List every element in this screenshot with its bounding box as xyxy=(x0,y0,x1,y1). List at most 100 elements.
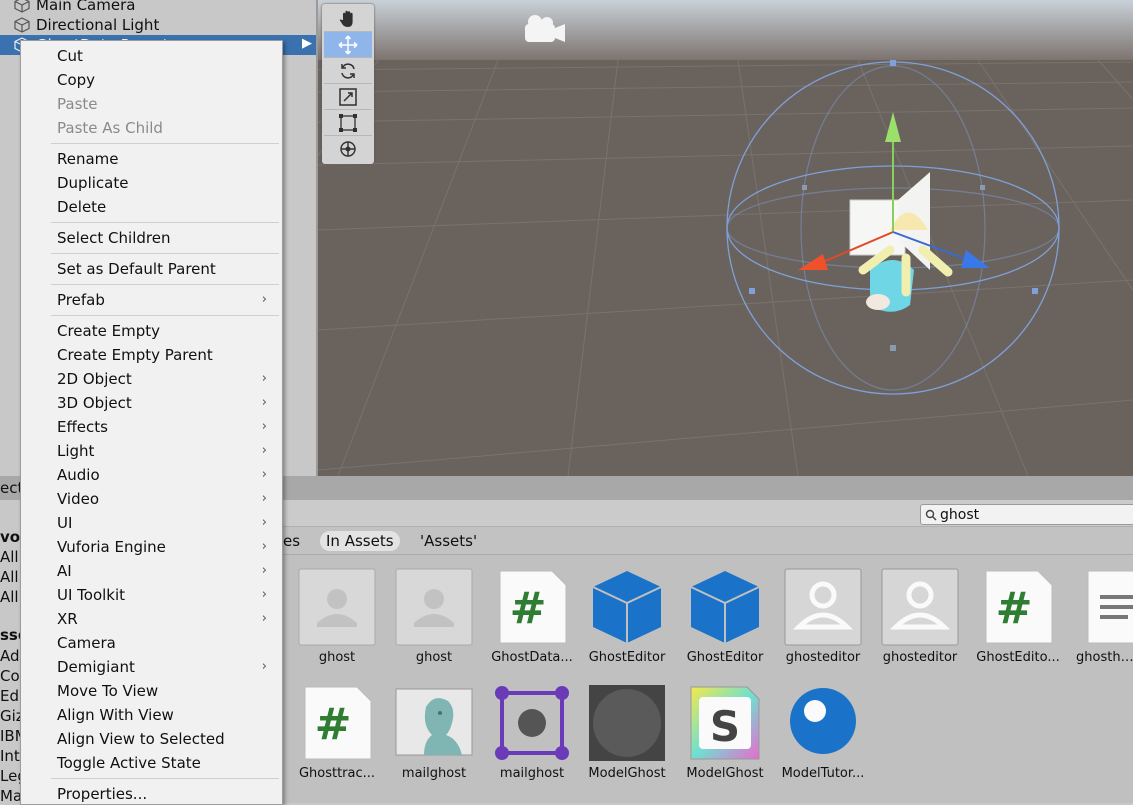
prefab-gray-icon xyxy=(394,567,474,647)
asset-item[interactable]: # GhostData... xyxy=(484,567,580,665)
gameobject-cube-icon xyxy=(14,0,30,13)
asset-item[interactable]: mailghost xyxy=(386,683,482,781)
menu-item-xr[interactable]: XR › xyxy=(57,608,277,630)
asset-label: ghost xyxy=(415,650,453,665)
rotate-tool-button[interactable] xyxy=(324,58,372,84)
menu-item-demigiant[interactable]: Demigiant › xyxy=(57,656,277,678)
menu-item-video[interactable]: Video › xyxy=(57,488,277,510)
rect-transform-icon xyxy=(339,113,357,132)
asset-label: ghosthan xyxy=(1076,650,1133,665)
menu-separator xyxy=(51,284,279,285)
menu-item-label: UI xyxy=(57,514,73,532)
menu-item-ui-toolkit[interactable]: UI Toolkit › xyxy=(57,584,277,606)
asset-label: mailghost xyxy=(401,766,467,781)
asset-item[interactable]: mailghost xyxy=(484,683,580,781)
menu-item-label: Set as Default Parent xyxy=(57,260,216,278)
menu-item-rename[interactable]: Rename xyxy=(57,148,277,170)
menu-item-label: 3D Object xyxy=(57,394,132,412)
asset-item[interactable]: # GhostEdito... xyxy=(970,567,1066,665)
submenu-arrow-icon: › xyxy=(261,563,267,578)
menu-item-label: Paste As Child xyxy=(57,119,163,137)
favorite-item[interactable]: All xyxy=(0,568,19,586)
menu-item-ui[interactable]: UI › xyxy=(57,512,277,534)
asset-item[interactable]: ModelTutor... xyxy=(775,683,871,781)
scene-view[interactable] xyxy=(318,0,1133,476)
hierarchy-item-directional-light[interactable]: Directional Light xyxy=(0,15,159,35)
menu-item-label: UI Toolkit xyxy=(57,586,126,604)
folder-item[interactable]: Co xyxy=(0,667,20,685)
asset-item[interactable]: S ModelGhost xyxy=(677,683,773,781)
submenu-arrow-icon: › xyxy=(261,659,267,674)
menu-item-vuforia-engine[interactable]: Vuforia Engine › xyxy=(57,536,277,558)
transform-icon xyxy=(340,140,356,157)
menu-item-toggle-active-state[interactable]: Toggle Active State xyxy=(57,752,277,774)
asset-item[interactable]: GhostEditor xyxy=(677,567,773,665)
menu-item-create-empty[interactable]: Create Empty xyxy=(57,320,277,342)
hand-tool-button[interactable] xyxy=(324,6,372,32)
menu-item-prefab[interactable]: Prefab › xyxy=(57,289,277,311)
asset-item[interactable]: GhostEditor xyxy=(579,567,675,665)
shader-graph-icon: S xyxy=(685,683,765,763)
search-field[interactable]: ghost xyxy=(920,504,1133,525)
menu-item-3d-object[interactable]: 3D Object › xyxy=(57,392,277,414)
svg-text:S: S xyxy=(710,702,740,751)
move-tool-button[interactable] xyxy=(324,32,372,58)
menu-item-set-default-parent[interactable]: Set as Default Parent xyxy=(57,258,277,280)
scope-assets-folder[interactable]: 'Assets' xyxy=(414,531,483,551)
favorite-item[interactable]: All xyxy=(0,588,19,606)
menu-item-label: Effects xyxy=(57,418,108,436)
expand-arrow-icon[interactable]: ▶ xyxy=(302,36,312,51)
favorites-header: vo xyxy=(0,528,21,546)
hierarchy-item-main-camera[interactable]: Main Camera xyxy=(0,0,135,15)
face-mesh-icon xyxy=(394,683,474,763)
favorite-item[interactable]: All xyxy=(0,548,19,566)
menu-item-properties[interactable]: Properties... xyxy=(57,783,277,805)
menu-separator xyxy=(51,253,279,254)
menu-item-cut[interactable]: Cut xyxy=(57,45,277,67)
menu-item-light[interactable]: Light › xyxy=(57,440,277,462)
menu-item-audio[interactable]: Audio › xyxy=(57,464,277,486)
csharp-script-icon: # xyxy=(978,567,1058,647)
menu-item-create-empty-parent[interactable]: Create Empty Parent xyxy=(57,344,277,366)
menu-item-camera[interactable]: Camera xyxy=(57,632,277,654)
scope-in-assets[interactable]: In Assets xyxy=(320,531,400,551)
rotate-icon xyxy=(341,62,355,79)
menu-item-align-with-view[interactable]: Align With View xyxy=(57,704,277,726)
asset-item[interactable]: ghosthan xyxy=(1068,567,1133,665)
asset-label: GhostEditor xyxy=(588,650,666,665)
menu-item-duplicate[interactable]: Duplicate xyxy=(57,172,277,194)
submenu-arrow-icon: › xyxy=(261,611,267,626)
menu-item-delete[interactable]: Delete xyxy=(57,196,277,218)
menu-item-align-view-to-selected[interactable]: Align View to Selected xyxy=(57,728,277,750)
menu-item-copy[interactable]: Copy xyxy=(57,69,277,91)
menu-item-move-to-view[interactable]: Move To View xyxy=(57,680,277,702)
menu-item-effects[interactable]: Effects › xyxy=(57,416,277,438)
folder-item[interactable]: Ma xyxy=(0,787,22,805)
menu-item-label: Audio xyxy=(57,466,100,484)
scale-tool-button[interactable] xyxy=(324,84,372,110)
menu-item-label: Duplicate xyxy=(57,174,129,192)
menu-item-label: Light xyxy=(57,442,95,460)
submenu-arrow-icon: › xyxy=(261,419,267,434)
submenu-arrow-icon: › xyxy=(261,515,267,530)
menu-item-2d-object[interactable]: 2D Object › xyxy=(57,368,277,390)
asset-item[interactable]: ghosteditor xyxy=(775,567,871,665)
asset-item[interactable]: ModelGhost xyxy=(579,683,675,781)
asset-item[interactable]: # Ghosttrac... xyxy=(289,683,385,781)
folder-item[interactable]: Ad xyxy=(0,647,20,665)
menu-item-label: Copy xyxy=(57,71,96,89)
asset-item[interactable]: ghost xyxy=(289,567,385,665)
menu-item-label: Prefab xyxy=(57,291,105,309)
transform-tool-button[interactable] xyxy=(324,136,372,161)
asset-label: ModelGhost xyxy=(686,766,764,781)
menu-item-label: AI xyxy=(57,562,72,580)
menu-item-ai[interactable]: AI › xyxy=(57,560,277,582)
search-input[interactable]: ghost xyxy=(940,507,979,523)
menu-item-label: Align View to Selected xyxy=(57,730,225,748)
asset-label: mailghost xyxy=(499,766,565,781)
asset-label: ModelGhost xyxy=(588,766,666,781)
menu-item-select-children[interactable]: Select Children xyxy=(57,227,277,249)
asset-item[interactable]: ghosteditor xyxy=(872,567,968,665)
asset-item[interactable]: ghost xyxy=(386,567,482,665)
rect-tool-button[interactable] xyxy=(324,110,372,136)
